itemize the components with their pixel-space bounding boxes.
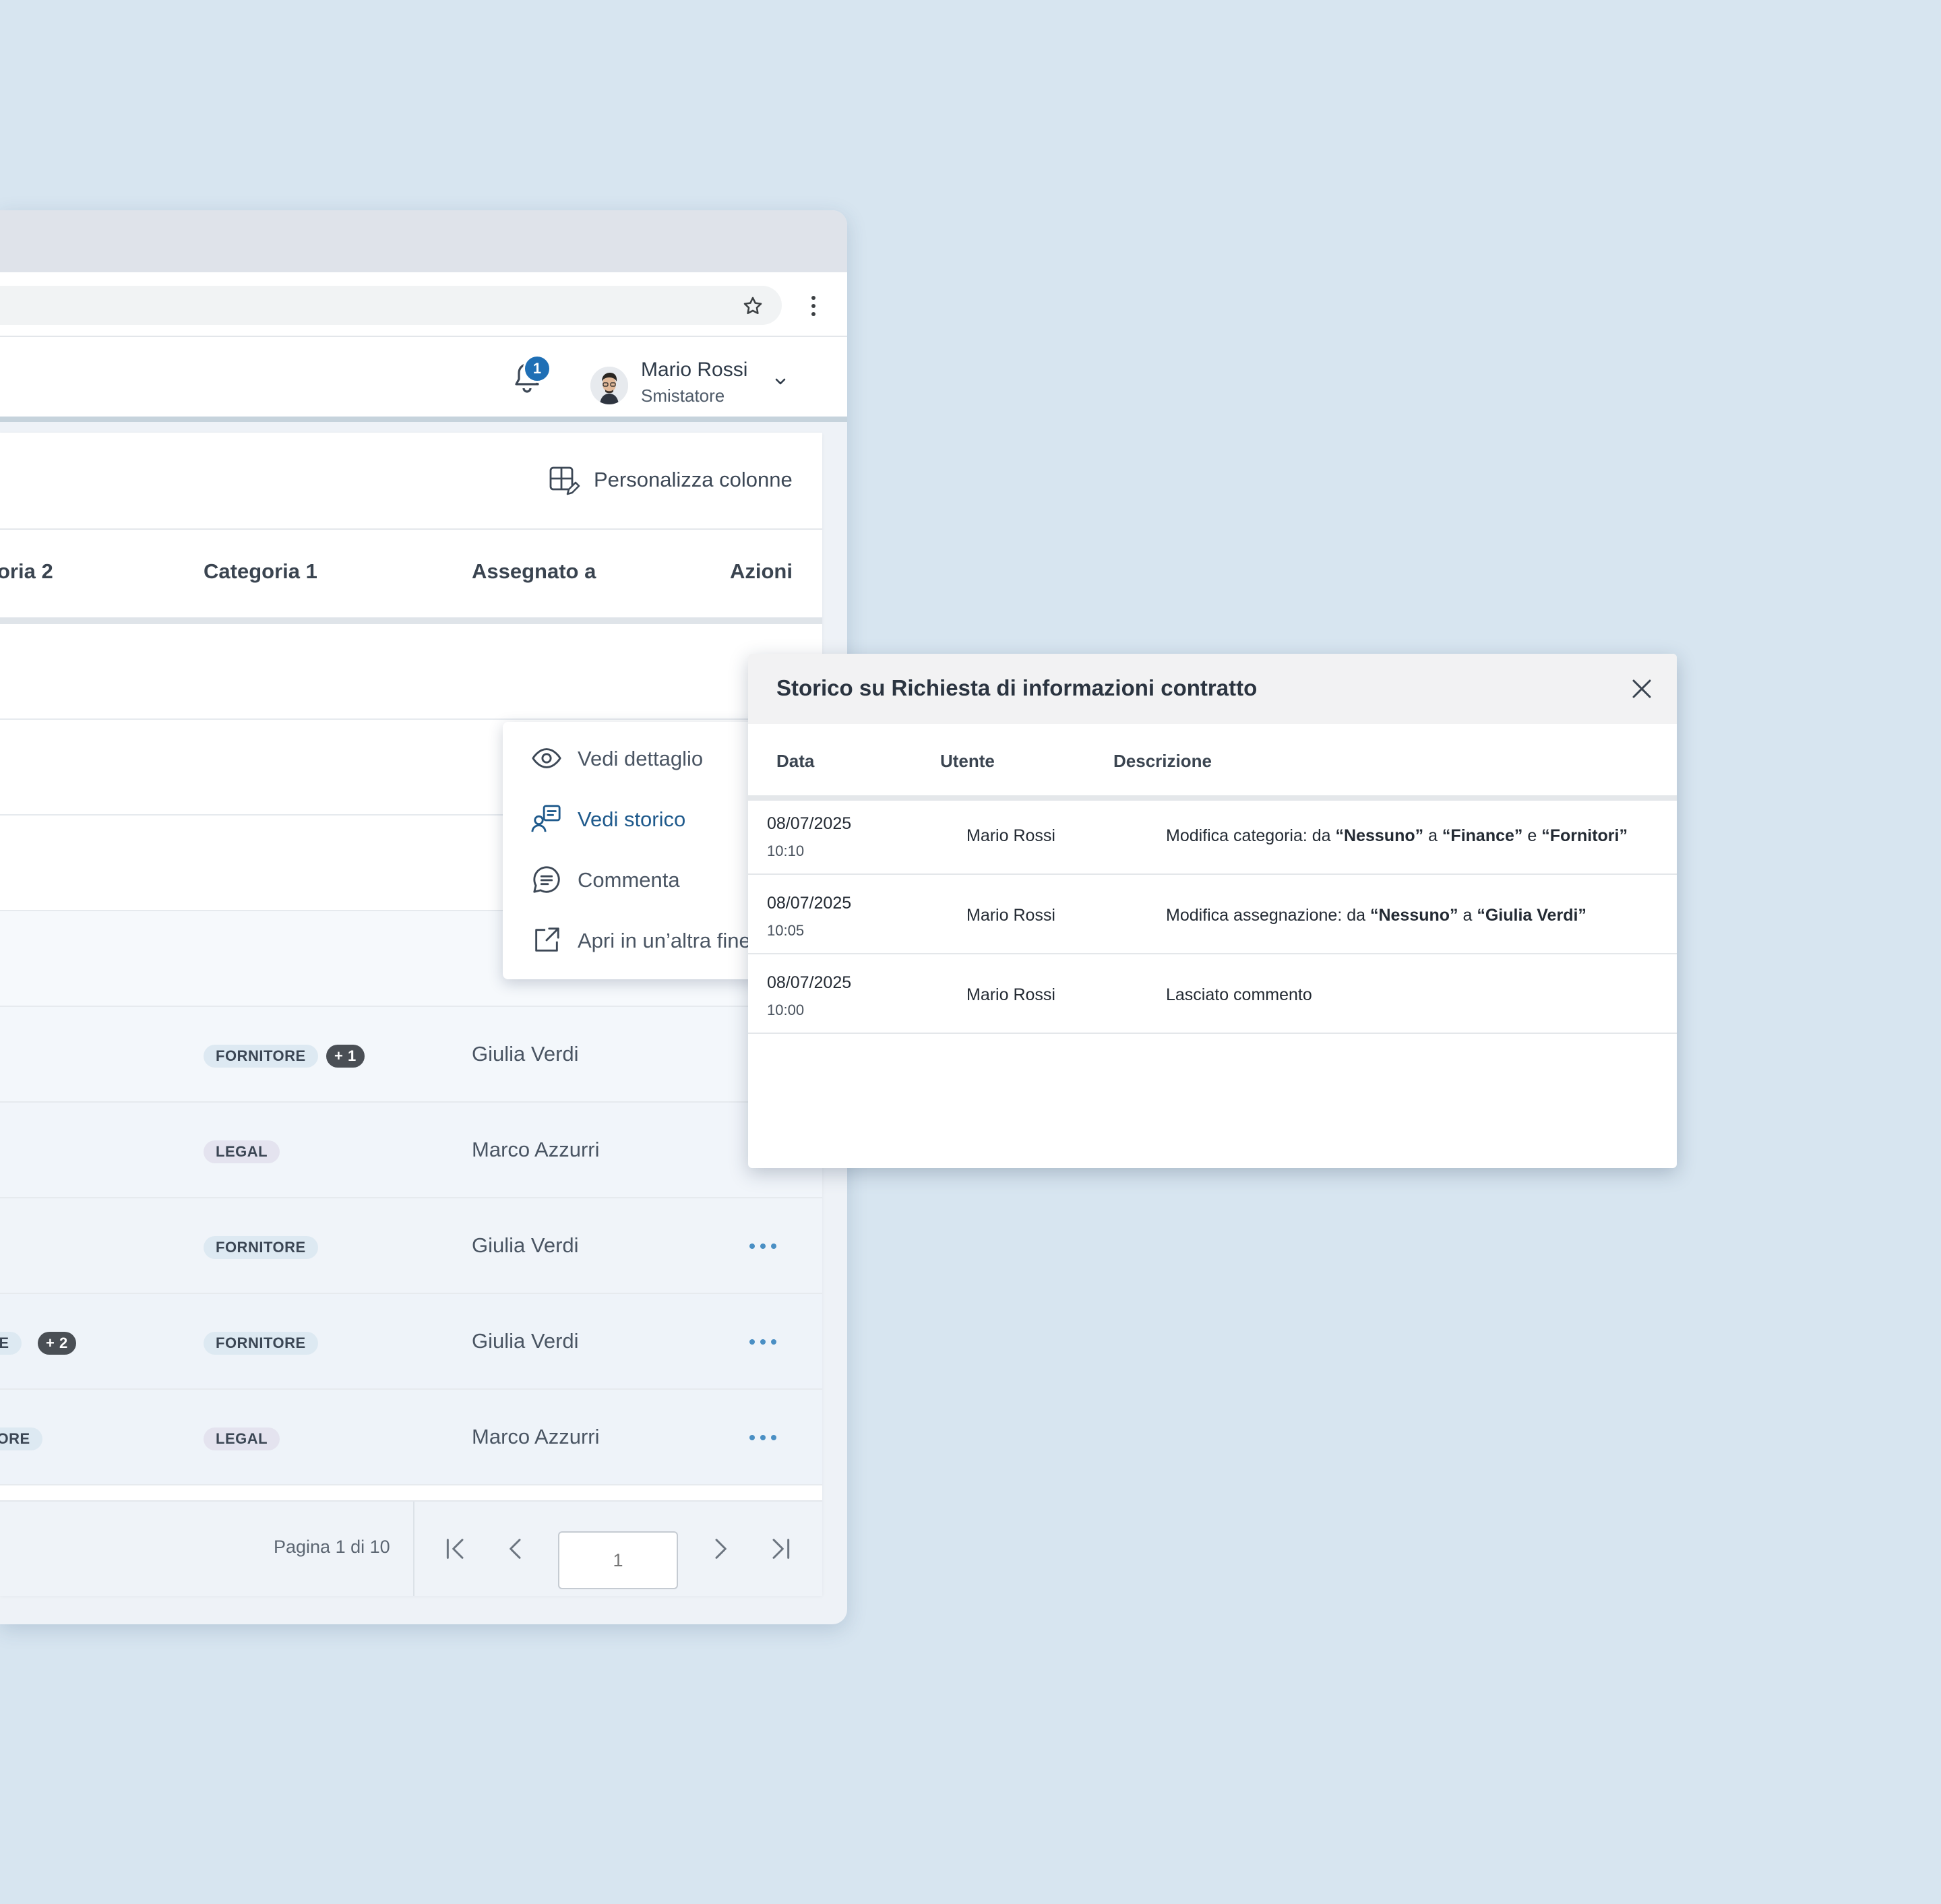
table-row[interactable]: FORNITORE Giulia Verdi — [0, 1198, 822, 1294]
notification-badge: 1 — [523, 355, 551, 383]
more-categories-badge[interactable]: + 2 — [38, 1332, 76, 1355]
history-description: Modifica assegnazione: da “Nessuno” a “G… — [1166, 906, 1586, 925]
next-page-icon[interactable] — [706, 1534, 733, 1564]
menu-item-label: Commenta — [578, 868, 680, 892]
category-1-tag: FORNITORE — [204, 1332, 318, 1355]
column-header-assegnato-a[interactable]: Assegnato a — [472, 559, 596, 584]
assigned-user: Marco Azzurri — [472, 1425, 600, 1448]
menu-item-apri-in-altra-finestra[interactable]: Apri in un’altra fine — [503, 910, 759, 971]
category-1-tag: FORNITORE — [204, 1045, 318, 1068]
row-actions-icon[interactable] — [748, 1332, 778, 1352]
row-actions-icon[interactable] — [748, 1427, 778, 1448]
first-page-icon[interactable] — [442, 1534, 469, 1564]
star-icon[interactable] — [741, 295, 764, 317]
previous-page-icon[interactable] — [503, 1534, 530, 1564]
column-header-categoria-2[interactable]: oria 2 — [0, 559, 53, 584]
history-description: Modifica categoria: da “Nessuno” a “Fina… — [1166, 826, 1628, 845]
table-row[interactable]: LEGAL Marco Azzurri — [0, 1103, 822, 1198]
dialog-header: Storico su Richiesta di informazioni con… — [748, 654, 1677, 724]
user-name[interactable]: Mario Rossi — [641, 359, 747, 381]
row-actions-menu: Vedi dettaglio Vedi storico Commenta Apr… — [503, 722, 759, 979]
assigned-user: Giulia Verdi — [472, 1042, 579, 1066]
eye-icon — [532, 748, 561, 768]
row-actions-icon[interactable] — [748, 1236, 778, 1256]
comment-icon — [533, 866, 560, 893]
more-categories-badge[interactable]: + 1 — [326, 1045, 365, 1068]
history-row: 08/07/2025 10:05 Mario Rossi Modifica as… — [748, 875, 1677, 954]
history-date: 08/07/2025 — [767, 814, 852, 833]
pagination: Pagina 1 di 10 — [0, 1500, 822, 1596]
history-icon — [531, 805, 561, 832]
dialog-title: Storico su Richiesta di informazioni con… — [776, 675, 1258, 700]
column-header-descrizione: Descrizione — [1113, 751, 1212, 771]
category-1-tag: LEGAL — [204, 1427, 280, 1450]
menu-item-commenta[interactable]: Commenta — [503, 849, 759, 910]
address-bar[interactable] — [0, 286, 782, 325]
table-row[interactable]: TORE LEGAL Marco Azzurri — [0, 1390, 822, 1485]
browser-toolbar — [0, 272, 847, 337]
requests-table-card: Personalizza colonne oria 2 Categoria 1 … — [0, 433, 822, 1596]
table-row[interactable]: CE + 2 FORNITORE Giulia Verdi — [0, 1294, 822, 1390]
table-toolbar: Personalizza colonne — [0, 433, 822, 530]
history-time: 10:00 — [767, 1002, 805, 1018]
user-avatar-icon — [590, 367, 628, 404]
history-row: 08/07/2025 10:00 Mario Rossi Lasciato co… — [748, 954, 1677, 1034]
user-role: Smistatore — [641, 386, 725, 406]
chevron-down-icon[interactable] — [772, 373, 789, 390]
assigned-user: Giulia Verdi — [472, 1329, 579, 1353]
kebab-menu-icon[interactable] — [807, 293, 820, 319]
history-time: 10:10 — [767, 842, 805, 859]
external-link-icon — [535, 927, 559, 952]
column-header-categoria-1[interactable]: Categoria 1 — [204, 559, 317, 584]
table-row[interactable]: FORNITORE + 1 Giulia Verdi — [0, 1007, 822, 1103]
close-icon[interactable] — [1630, 677, 1654, 701]
table-header: oria 2 Categoria 1 Assegnato a Azioni — [0, 530, 822, 624]
page-indicator: Pagina 1 di 10 — [274, 1537, 390, 1557]
menu-item-label: Vedi storico — [578, 807, 686, 831]
column-header-azioni: Azioni — [730, 559, 793, 583]
app-header: 1 Mario Rossi Smistatore — [0, 337, 847, 422]
assigned-user: Giulia Verdi — [472, 1233, 579, 1257]
menu-item-vedi-dettaglio[interactable]: Vedi dettaglio — [503, 728, 759, 789]
category-1-tag: FORNITORE — [204, 1236, 318, 1259]
history-time: 10:05 — [767, 922, 805, 939]
pagination-divider — [413, 1502, 414, 1596]
history-dialog: Storico su Richiesta di informazioni con… — [748, 654, 1677, 1168]
history-date: 08/07/2025 — [767, 894, 852, 913]
menu-item-label: Apri in un’altra fine — [578, 929, 751, 952]
history-description: Lasciato commento — [1166, 985, 1312, 1004]
history-table-header: Data Utente Descrizione — [748, 724, 1677, 801]
history-date: 08/07/2025 — [767, 973, 852, 992]
table-row[interactable] — [0, 624, 822, 720]
column-header-utente: Utente — [940, 751, 995, 771]
category-1-tag: LEGAL — [204, 1140, 280, 1163]
history-user: Mario Rossi — [966, 985, 1055, 1004]
customize-columns-button[interactable]: Personalizza colonne — [594, 468, 793, 492]
avatar[interactable] — [590, 367, 628, 404]
category-2-tag: CE — [0, 1332, 22, 1355]
last-page-icon[interactable] — [767, 1534, 794, 1564]
assigned-user: Marco Azzurri — [472, 1138, 600, 1161]
menu-item-vedi-storico[interactable]: Vedi storico — [503, 789, 759, 849]
history-user: Mario Rossi — [966, 906, 1055, 925]
history-user: Mario Rossi — [966, 826, 1055, 845]
category-2-tag: TORE — [0, 1427, 42, 1450]
history-row: 08/07/2025 10:10 Mario Rossi Modifica ca… — [748, 795, 1677, 875]
menu-item-label: Vedi dettaglio — [578, 747, 704, 770]
column-header-data: Data — [776, 751, 815, 771]
customize-columns-icon[interactable] — [548, 465, 580, 497]
browser-tab-bar — [0, 210, 847, 272]
page-number-input[interactable] — [558, 1531, 678, 1589]
